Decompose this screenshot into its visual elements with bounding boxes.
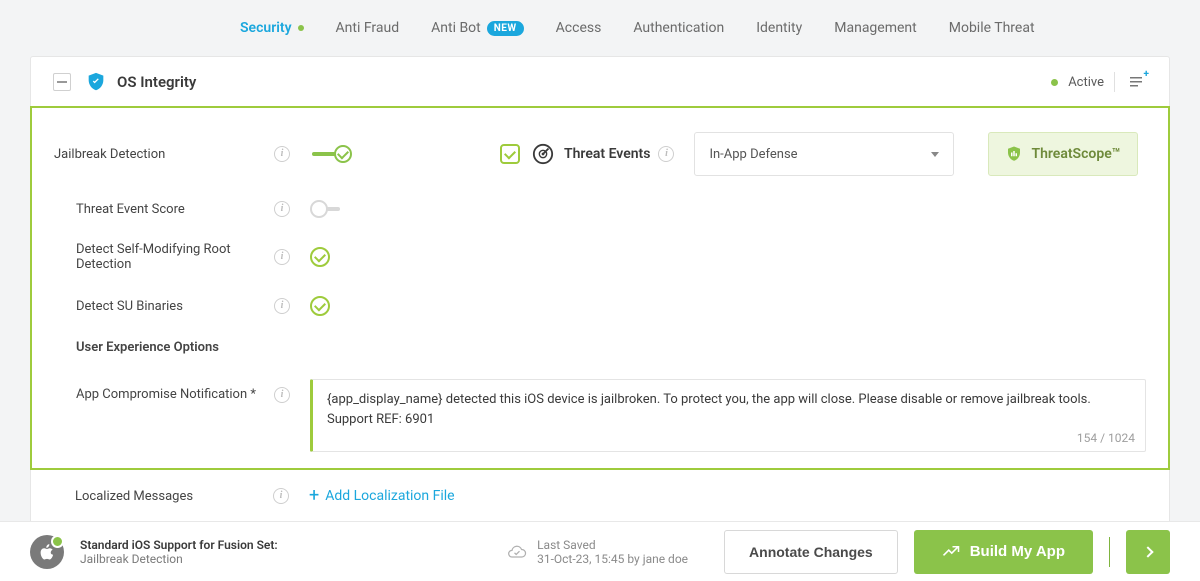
info-icon[interactable]: i: [273, 488, 289, 504]
chevron-right-icon: [1142, 546, 1153, 557]
dropdown-value: In-App Defense: [709, 147, 797, 162]
row-notification: App Compromise Notification * i {app_dis…: [32, 367, 1168, 468]
label-su-binaries: Detect SU Binaries: [54, 299, 274, 314]
plus-icon: +: [309, 487, 319, 505]
threat-events-label: Threat Events: [564, 146, 650, 162]
minus-icon: [57, 81, 67, 83]
row-jailbreak: Jailbreak Detection i Threat Events i In…: [32, 108, 1168, 188]
tab-anti-fraud[interactable]: Anti Fraud: [336, 20, 400, 36]
label-jailbreak: Jailbreak Detection: [54, 147, 274, 162]
settings-list-icon: [1128, 74, 1144, 90]
new-badge: NEW: [487, 21, 524, 36]
info-icon[interactable]: i: [274, 201, 290, 217]
notification-textarea[interactable]: {app_display_name} detected this iOS dev…: [310, 379, 1146, 452]
threat-events-group: Threat Events: [532, 143, 650, 165]
saved-detail: 31-Oct-23, 15:45 by jane doe: [537, 552, 688, 566]
shield-chart-icon: [1005, 145, 1023, 163]
info-icon[interactable]: i: [658, 146, 674, 162]
toggle-threat-score[interactable]: [310, 200, 352, 218]
collapse-button[interactable]: [53, 73, 71, 91]
info-icon[interactable]: i: [274, 146, 290, 162]
defense-dropdown[interactable]: In-App Defense: [694, 132, 954, 176]
tab-mobile-threat[interactable]: Mobile Threat: [949, 20, 1035, 36]
status-dot-icon: [1051, 79, 1058, 86]
next-button[interactable]: [1126, 530, 1170, 574]
top-nav: Security Anti Fraud Anti BotNEW Access A…: [0, 0, 1200, 56]
tab-management[interactable]: Management: [834, 20, 916, 36]
toggle-su-binaries[interactable]: [310, 296, 330, 316]
divider: [1109, 537, 1110, 567]
notification-text: {app_display_name} detected this iOS dev…: [327, 392, 1091, 427]
panel-body: Jailbreak Detection i Threat Events i In…: [30, 106, 1170, 470]
os-integrity-panel: OS Integrity Active + Jailbreak Detectio…: [30, 56, 1170, 526]
add-localization-link[interactable]: + Add Localization File: [309, 487, 455, 505]
row-self-modifying: Detect Self-Modifying Root Detection i: [32, 230, 1168, 284]
saved-label: Last Saved: [537, 538, 688, 552]
panel-title: OS Integrity: [117, 73, 196, 91]
build-icon: [942, 543, 960, 561]
annotate-button[interactable]: Annotate Changes: [724, 530, 898, 574]
chevron-down-icon: [931, 152, 939, 157]
row-threat-score: Threat Event Score i: [32, 188, 1168, 230]
divider: [1114, 72, 1115, 92]
char-count: 154 / 1024: [1077, 429, 1135, 447]
build-button[interactable]: Build My App: [914, 530, 1093, 574]
label-localized: Localized Messages: [53, 489, 273, 504]
fusion-sub: Jailbreak Detection: [80, 552, 278, 566]
label-notification: App Compromise Notification *: [54, 379, 274, 402]
threatscope-button[interactable]: ThreatScope™: [988, 132, 1137, 176]
panel-header: OS Integrity Active +: [31, 57, 1169, 107]
platform-indicator: [30, 535, 64, 569]
tab-security[interactable]: Security: [240, 20, 304, 36]
row-localized: Localized Messages i + Add Localization …: [31, 469, 1169, 525]
row-su-binaries: Detect SU Binaries i: [32, 284, 1168, 328]
radar-icon: [532, 143, 554, 165]
tab-identity[interactable]: Identity: [756, 20, 802, 36]
checkbox-threat-events[interactable]: [500, 144, 520, 164]
fusion-title: Standard iOS Support for Fusion Set:: [80, 538, 278, 552]
info-icon[interactable]: i: [274, 387, 290, 403]
cloud-check-icon: [507, 542, 527, 562]
fusion-set-info: Standard iOS Support for Fusion Set: Jai…: [80, 538, 278, 566]
active-dot-icon: [298, 25, 304, 31]
toggle-jailbreak[interactable]: [310, 145, 352, 163]
footer: Standard iOS Support for Fusion Set: Jai…: [0, 521, 1200, 581]
label-ux-options: User Experience Options: [54, 340, 274, 355]
label-self-modifying: Detect Self-Modifying Root Detection: [54, 242, 274, 272]
tab-access[interactable]: Access: [556, 20, 602, 36]
tab-authentication[interactable]: Authentication: [633, 20, 724, 36]
info-icon[interactable]: i: [274, 249, 290, 265]
tab-anti-bot[interactable]: Anti BotNEW: [431, 20, 524, 36]
config-button[interactable]: +: [1125, 71, 1147, 93]
info-icon[interactable]: i: [274, 298, 290, 314]
status-text: Active: [1068, 75, 1104, 90]
apple-icon: [38, 543, 56, 561]
plus-icon: +: [1144, 69, 1149, 80]
label-threat-score: Threat Event Score: [54, 202, 274, 217]
toggle-self-modifying[interactable]: [310, 247, 330, 267]
last-saved: Last Saved 31-Oct-23, 15:45 by jane doe: [507, 538, 688, 566]
shield-icon: [85, 71, 107, 93]
row-ux-options: User Experience Options: [32, 328, 1168, 367]
